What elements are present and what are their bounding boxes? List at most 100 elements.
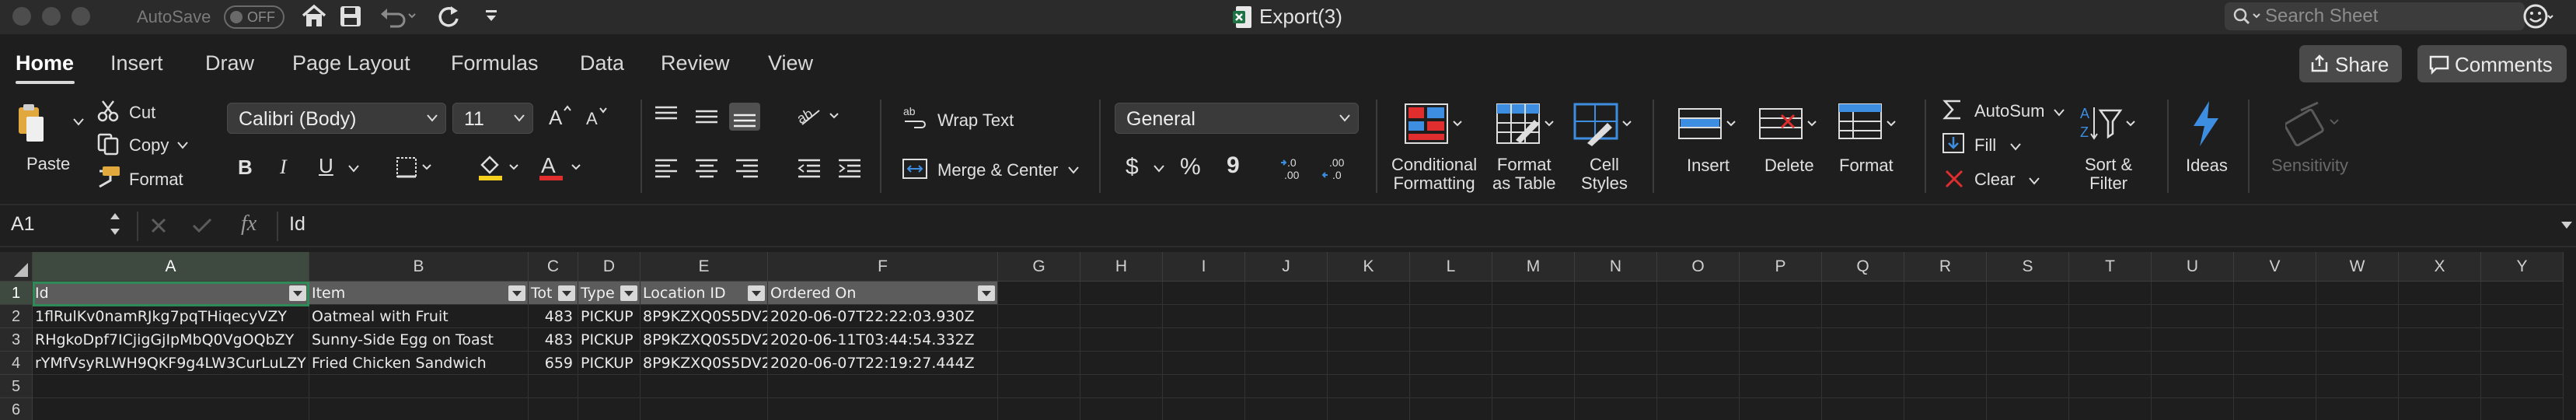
sort-filter-label[interactable]: Sort & Filter xyxy=(2085,156,2132,193)
tab-insert[interactable]: Insert xyxy=(110,51,163,75)
empty-cell[interactable] xyxy=(1492,375,1575,398)
empty-cell[interactable] xyxy=(1163,352,1245,375)
empty-cell[interactable] xyxy=(1328,375,1410,398)
empty-cell[interactable] xyxy=(578,375,641,398)
empty-cell[interactable] xyxy=(2399,375,2481,398)
empty-cell[interactable] xyxy=(1245,352,1328,375)
tab-page-layout[interactable]: Page Layout xyxy=(292,51,410,75)
tab-formulas[interactable]: Formulas xyxy=(451,51,539,75)
empty-cell[interactable] xyxy=(2316,328,2399,352)
column-header-r[interactable]: R xyxy=(1904,252,1987,282)
data-cell[interactable]: 659 xyxy=(529,352,578,375)
data-cell[interactable]: Fried Chicken Sandwich xyxy=(309,352,529,375)
format-cells-icon[interactable] xyxy=(1838,103,1898,146)
ideas-icon[interactable] xyxy=(2187,100,2223,148)
empty-cell[interactable] xyxy=(1410,398,1492,420)
empty-cell[interactable] xyxy=(1822,375,1904,398)
empty-cell[interactable] xyxy=(1904,305,1987,328)
tab-home[interactable]: Home xyxy=(16,51,74,75)
empty-cell[interactable] xyxy=(1410,352,1492,375)
empty-cell[interactable] xyxy=(1328,305,1410,328)
empty-cell[interactable] xyxy=(998,375,1080,398)
currency-button[interactable]: $ xyxy=(1126,154,1139,180)
empty-cell[interactable] xyxy=(1904,352,1987,375)
empty-cell[interactable] xyxy=(1245,328,1328,352)
customize-toolbar-icon[interactable] xyxy=(483,8,499,25)
name-box[interactable]: A1 xyxy=(11,213,35,236)
empty-cell[interactable] xyxy=(1740,375,1822,398)
align-right-icon[interactable] xyxy=(734,157,760,180)
empty-cell[interactable] xyxy=(998,328,1080,352)
empty-cell[interactable] xyxy=(2481,305,2564,328)
column-header-g[interactable]: G xyxy=(998,252,1080,282)
data-cell[interactable]: 2020-06-07T22:22:03.930Z xyxy=(768,305,998,328)
cut-label[interactable]: Cut xyxy=(129,103,155,123)
empty-cell[interactable] xyxy=(1410,328,1492,352)
align-center-icon[interactable] xyxy=(693,157,720,180)
empty-cell[interactable] xyxy=(2316,305,2399,328)
empty-cell[interactable] xyxy=(2316,375,2399,398)
autosum-chevron-icon[interactable] xyxy=(2054,109,2065,117)
percent-button[interactable]: % xyxy=(1180,154,1201,180)
empty-cell[interactable] xyxy=(2399,352,2481,375)
underline-chevron-icon[interactable] xyxy=(348,165,359,173)
empty-cell[interactable] xyxy=(1163,305,1245,328)
share-button[interactable]: Share xyxy=(2299,45,2402,82)
copy-icon[interactable] xyxy=(96,132,120,156)
orientation-icon[interactable]: ab xyxy=(796,103,843,129)
table-header-cell[interactable]: Ordered On xyxy=(768,282,998,305)
cut-icon[interactable] xyxy=(96,100,120,123)
copy-label[interactable]: Copy xyxy=(129,135,169,156)
empty-cell[interactable] xyxy=(1987,282,2069,305)
data-cell[interactable]: 1flRulKv0namRJkg7pqTHiqecyVZY xyxy=(33,305,309,328)
undo-icon[interactable] xyxy=(379,5,417,28)
ideas-label[interactable]: Ideas xyxy=(2186,156,2228,176)
column-header-q[interactable]: Q xyxy=(1822,252,1904,282)
empty-cell[interactable] xyxy=(1410,305,1492,328)
data-cell[interactable]: 8P9KZXQ0S5DV2 xyxy=(641,328,768,352)
empty-cell[interactable] xyxy=(1904,328,1987,352)
empty-cell[interactable] xyxy=(529,398,578,420)
empty-cell[interactable] xyxy=(1328,398,1410,420)
empty-cell[interactable] xyxy=(309,375,529,398)
clear-chevron-icon[interactable] xyxy=(2029,177,2040,185)
font-size-dropdown[interactable]: 11 xyxy=(452,103,533,134)
formula-input[interactable]: Id xyxy=(289,213,305,236)
row-header-5[interactable]: 5 xyxy=(0,375,33,398)
bold-button[interactable]: B xyxy=(238,156,253,180)
empty-cell[interactable] xyxy=(1410,375,1492,398)
empty-cell[interactable] xyxy=(1657,398,1740,420)
align-top-icon[interactable] xyxy=(653,104,679,128)
empty-cell[interactable] xyxy=(1575,305,1657,328)
empty-cell[interactable] xyxy=(1328,328,1410,352)
select-all-corner[interactable] xyxy=(0,252,33,282)
home-icon[interactable] xyxy=(300,3,328,30)
number-format-dropdown[interactable]: General xyxy=(1115,103,1359,134)
empty-cell[interactable] xyxy=(1080,328,1163,352)
data-cell[interactable]: 8P9KZXQ0S5DV2 xyxy=(641,305,768,328)
tab-review[interactable]: Review xyxy=(661,51,730,75)
format-painter-icon[interactable] xyxy=(95,165,121,188)
empty-cell[interactable] xyxy=(1080,305,1163,328)
empty-cell[interactable] xyxy=(1080,375,1163,398)
empty-cell[interactable] xyxy=(1163,398,1245,420)
insert-function-button[interactable]: fx xyxy=(241,212,257,236)
empty-cell[interactable] xyxy=(2234,305,2316,328)
empty-cell[interactable] xyxy=(2152,398,2234,420)
conditional-formatting-icon[interactable] xyxy=(1404,103,1464,146)
empty-cell[interactable] xyxy=(1328,352,1410,375)
table-header-cell[interactable]: Location ID xyxy=(641,282,768,305)
merge-center-icon[interactable] xyxy=(902,157,928,180)
increase-decimal-icon[interactable]: .0.00 xyxy=(1279,156,1311,182)
column-header-b[interactable]: B xyxy=(309,252,529,282)
column-header-t[interactable]: T xyxy=(2069,252,2152,282)
empty-cell[interactable] xyxy=(1822,282,1904,305)
empty-cell[interactable] xyxy=(1657,375,1740,398)
empty-cell[interactable] xyxy=(2481,282,2564,305)
empty-cell[interactable] xyxy=(2069,352,2152,375)
empty-cell[interactable] xyxy=(2234,375,2316,398)
paste-icon[interactable] xyxy=(16,101,47,149)
increase-font-size-icon[interactable]: A xyxy=(547,104,574,128)
empty-cell[interactable] xyxy=(1575,398,1657,420)
delete-cells-icon[interactable] xyxy=(1758,103,1819,146)
